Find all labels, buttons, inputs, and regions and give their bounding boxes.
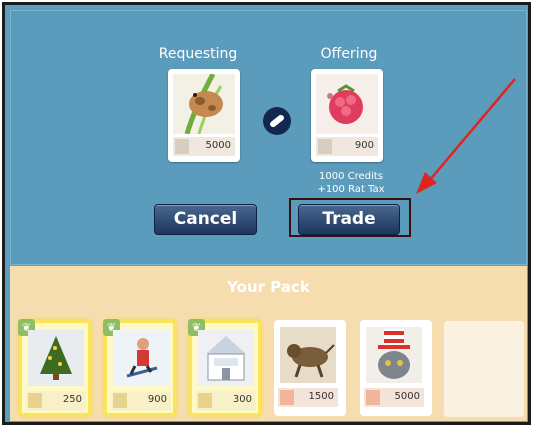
annotation-arrow — [416, 78, 516, 194]
game-frame: Requesting Offering 5000 900 1000 Credit… — [2, 2, 531, 425]
